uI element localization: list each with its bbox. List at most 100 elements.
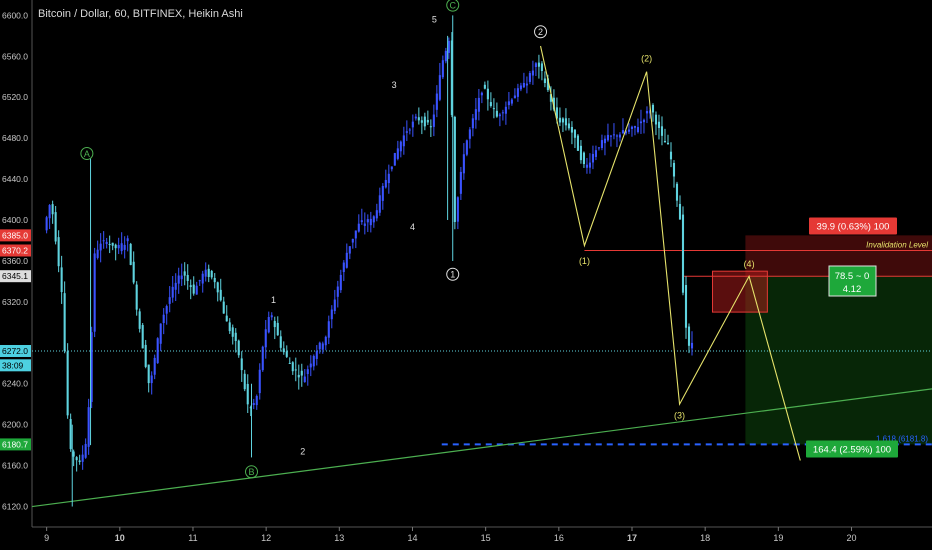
candle-body [528, 73, 531, 82]
candle-body [237, 340, 240, 356]
candle-body [465, 140, 468, 155]
candle-body [405, 131, 408, 133]
candle-body [642, 119, 646, 123]
candle-body [99, 243, 102, 251]
candle-body [558, 117, 561, 123]
candle-body [192, 284, 195, 294]
wave-label: 2 [300, 446, 305, 456]
axis-price-badge: 6345.1 [2, 271, 28, 281]
wave-label: C [449, 1, 456, 11]
candle-body [420, 120, 423, 123]
candle-body [144, 344, 147, 367]
axis-price-badge: 6272.0 [2, 346, 28, 356]
candle-body [417, 117, 420, 121]
candle-body [384, 179, 387, 188]
candle-body [267, 317, 270, 333]
candle-body [45, 217, 48, 231]
candle-body [228, 322, 231, 332]
take-profit-zone [745, 276, 932, 445]
candle-body [414, 116, 417, 119]
candle-body [96, 249, 99, 258]
candle-body [252, 403, 255, 405]
candle-body [483, 84, 486, 89]
candle-body [225, 315, 228, 322]
candle-body [207, 268, 210, 277]
candle-body [618, 134, 622, 138]
x-tick-label: 16 [554, 533, 564, 543]
candle-body [258, 369, 261, 394]
candle-body [168, 297, 171, 304]
candle-body [120, 243, 123, 252]
candle-body [675, 183, 679, 201]
candle-body [333, 299, 336, 311]
candle-body [78, 460, 81, 462]
candle-body [564, 118, 567, 126]
candle-body [315, 351, 318, 359]
candle-body [174, 282, 177, 290]
candle-body [264, 329, 267, 348]
candle-body [102, 240, 105, 242]
candle-body [381, 186, 384, 201]
candle-body [72, 451, 75, 457]
candle-body [81, 454, 84, 462]
candle-body [318, 342, 321, 350]
candle-body [126, 238, 129, 242]
candle-body [519, 85, 522, 90]
candle-body [189, 285, 192, 288]
x-tick-label: 13 [334, 533, 344, 543]
x-tick-label: 11 [188, 533, 197, 543]
candle-body [378, 195, 381, 213]
candle-body [615, 135, 619, 137]
candle-body [213, 277, 216, 283]
x-tick-label: 12 [261, 533, 271, 543]
price-chart[interactable]: 6120.0 6160.0 6200.0 6240.0 6320.0 6360.0 6400… [0, 0, 932, 550]
wave-label: 2 [538, 27, 543, 37]
candle-body [396, 148, 399, 159]
candle-body [435, 93, 438, 110]
candle-body [123, 244, 126, 250]
candle-body [321, 343, 324, 350]
candle-body [66, 351, 69, 416]
candle-body [219, 289, 222, 301]
candle-body [660, 126, 664, 136]
candle-body [543, 78, 546, 84]
wave-label: A [84, 149, 90, 159]
candle-body [201, 273, 204, 284]
candle-body [159, 323, 162, 344]
candle-body [279, 336, 282, 348]
wave-label: 5 [432, 14, 437, 24]
axis-price-badge: 6385.0 [2, 230, 28, 240]
candle-body [486, 88, 489, 100]
invalidation-label: Invalidation Level [866, 241, 928, 250]
x-tick-label: 19 [773, 533, 783, 543]
x-tick-label: 9 [44, 533, 49, 543]
candle-body [297, 374, 300, 378]
candle-body [348, 246, 351, 254]
candle-body [666, 142, 670, 144]
x-tick-label: 14 [407, 533, 417, 543]
stop-loss-label: 39.9 (0.63%) 100 [817, 222, 890, 233]
candle-body [639, 121, 643, 124]
candle-body [129, 243, 132, 265]
candle-body [606, 134, 610, 141]
y-tick-label: 6520.0 [2, 92, 28, 102]
candle-body [138, 311, 141, 329]
y-tick-label: 6160.0 [2, 461, 28, 471]
candle-body [591, 153, 594, 163]
candle-body [408, 129, 411, 131]
candle-body [243, 373, 246, 390]
candle-body [444, 50, 447, 62]
candle-body [681, 214, 685, 293]
candle-body [63, 293, 66, 351]
candle-body [324, 336, 327, 346]
candle-body [600, 140, 603, 149]
candle-body [216, 282, 219, 293]
candle-body [438, 75, 441, 100]
y-tick-label: 6320.0 [2, 297, 28, 307]
candle-body [576, 135, 579, 151]
candle-body [294, 369, 297, 371]
candle-body [330, 309, 333, 320]
candle-body [180, 275, 183, 280]
axis-price-badge: 6370.2 [2, 246, 28, 256]
x-tick-label: 10 [115, 533, 125, 543]
